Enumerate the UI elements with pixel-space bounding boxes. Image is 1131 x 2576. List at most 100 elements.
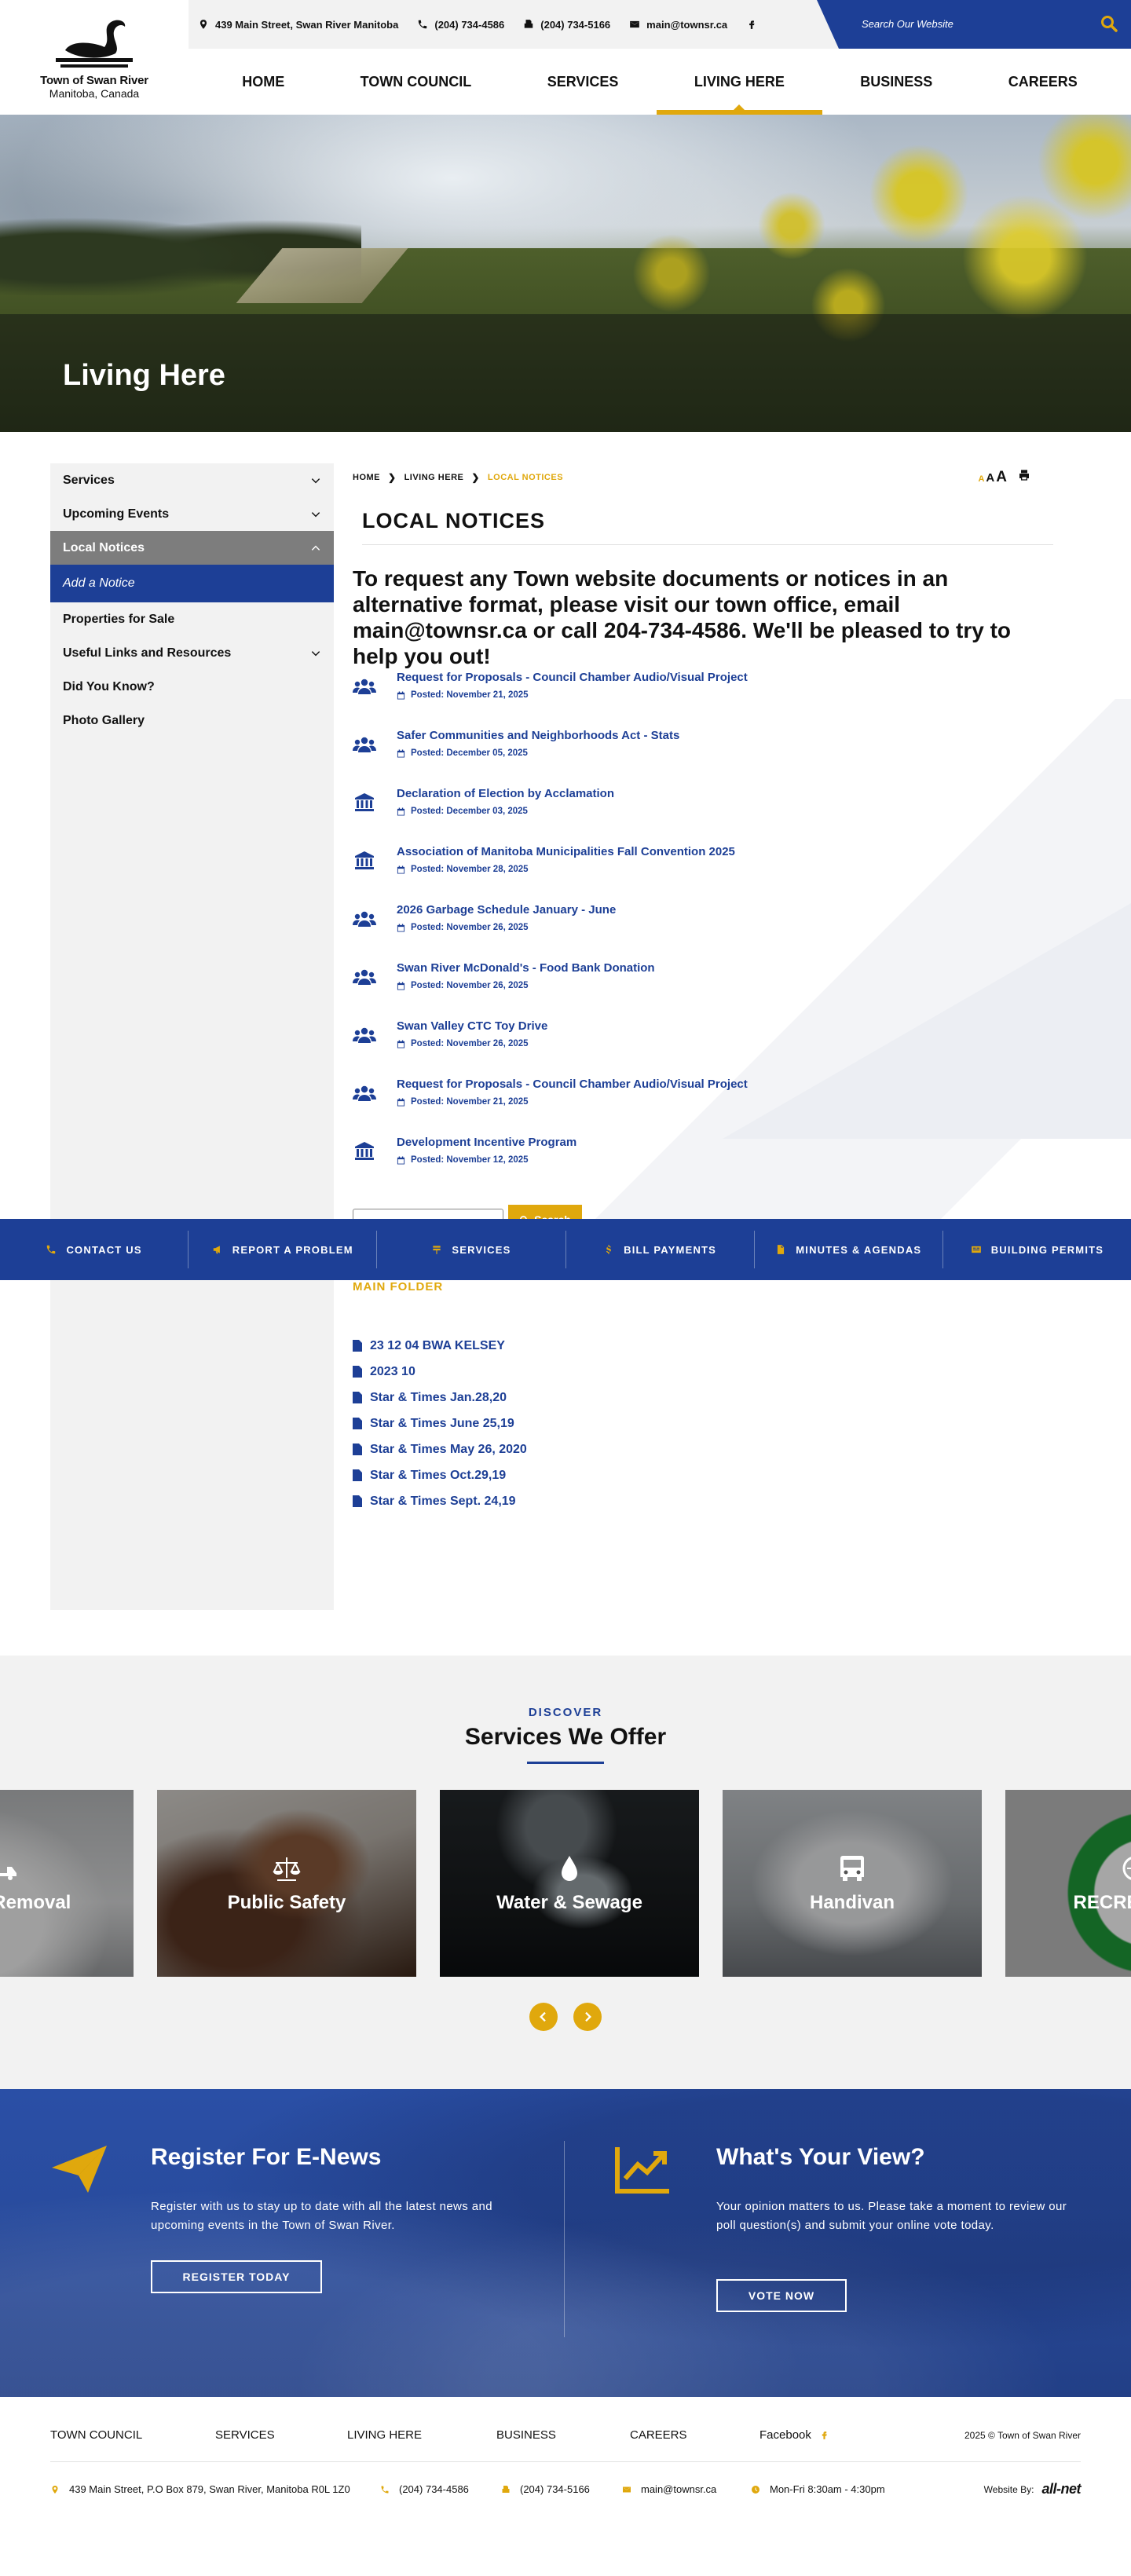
services-carousel: Snow Removal Public Safety Water & Sewag… xyxy=(0,1790,1131,1977)
notice-item: Request for Proposals - Council Chamber … xyxy=(353,1078,1052,1136)
folder-file-link[interactable]: Star & Times June 25,19 xyxy=(353,1411,1052,1436)
notice-title-link[interactable]: 2026 Garbage Schedule January - June xyxy=(397,903,616,917)
search-icon[interactable] xyxy=(1100,14,1118,33)
file-icon xyxy=(353,1495,362,1507)
sidebar-item-local-notices[interactable]: Local Notices xyxy=(50,531,334,565)
vote-now-button[interactable]: VOTE NOW xyxy=(716,2279,847,2312)
footer-link-business[interactable]: BUSINESS xyxy=(496,2428,630,2442)
notice-icon xyxy=(353,845,397,870)
cta-divider xyxy=(564,2141,565,2337)
footer-email-text: main@townsr.ca xyxy=(641,2483,717,2495)
text-size-small-button[interactable]: A xyxy=(978,474,984,484)
footer-email[interactable]: main@townsr.ca xyxy=(622,2483,751,2495)
print-icon[interactable] xyxy=(1018,469,1030,481)
footer-link-careers[interactable]: CAREERS xyxy=(630,2428,759,2442)
folder-file-link[interactable]: Star & Times May 26, 2020 xyxy=(353,1436,1052,1462)
nav-careers[interactable]: CAREERS xyxy=(971,49,1115,115)
quick-link-services[interactable]: SERVICES xyxy=(377,1231,566,1268)
service-card-recreation[interactable]: RECREATION xyxy=(1005,1790,1131,1977)
sidebar-item-properties-for-sale[interactable]: Properties for Sale xyxy=(50,602,334,636)
notice-title-link[interactable]: Swan River McDonald's - Food Bank Donati… xyxy=(397,961,655,975)
folder-file-link[interactable]: Star & Times Oct.29,19 xyxy=(353,1462,1052,1488)
folder-file-link[interactable]: 23 12 04 BWA KELSEY xyxy=(353,1333,1052,1359)
site-logo[interactable]: Town of Swan River Manitoba, Canada xyxy=(0,0,188,115)
breadcrumb-separator-icon: ❯ xyxy=(388,472,397,483)
breadcrumb-living-here[interactable]: LIVING HERE xyxy=(404,473,464,482)
file-icon xyxy=(353,1340,362,1352)
notice-icon xyxy=(353,1078,397,1103)
envelope-icon xyxy=(630,20,640,28)
notice-title-link[interactable]: Swan Valley CTC Toy Drive xyxy=(397,1019,547,1033)
carousel-next-button[interactable] xyxy=(573,2003,602,2031)
folder-file-link[interactable]: Star & Times Jan.28,20 xyxy=(353,1385,1052,1411)
site-search-input[interactable]: Search Our Website xyxy=(862,18,953,30)
notice-item: Association of Manitoba Municipalities F… xyxy=(353,845,1052,903)
file-icon xyxy=(353,1444,362,1455)
logo-name: Town of Swan River xyxy=(40,73,148,87)
carousel-prev-button[interactable] xyxy=(529,2003,558,2031)
map-pin-icon xyxy=(199,20,207,29)
quick-link-report-a-problem[interactable]: REPORT A PROBLEM xyxy=(188,1231,378,1268)
notice-title-link[interactable]: Safer Communities and Neighborhoods Act … xyxy=(397,729,679,742)
nav-services[interactable]: SERVICES xyxy=(510,49,657,115)
quick-link-bill-payments[interactable]: BILL PAYMENTS xyxy=(566,1231,755,1268)
footer-link-services[interactable]: SERVICES xyxy=(215,2428,347,2442)
breadcrumb-home[interactable]: HOME xyxy=(353,473,380,482)
notice-title-link[interactable]: Request for Proposals - Council Chamber … xyxy=(397,671,748,684)
nav-home[interactable]: HOME xyxy=(204,49,322,115)
quick-link-contact-us[interactable]: CONTACT US xyxy=(0,1231,189,1268)
quick-link-building-permits[interactable]: BUILDING PERMITS xyxy=(943,1231,1131,1268)
snowplow-icon xyxy=(0,1867,16,1880)
notice-date-text: Posted: November 12, 2025 xyxy=(411,1155,529,1165)
quick-link-label: REPORT A PROBLEM xyxy=(232,1243,353,1256)
people-icon xyxy=(353,679,376,694)
header-phone[interactable]: (204) 734-4586 xyxy=(417,19,504,31)
enews-text: Register with us to stay up to date with… xyxy=(151,2200,492,2232)
notice-icon xyxy=(353,729,397,754)
sidebar-item-label: Local Notices xyxy=(63,540,145,554)
header-facebook-link[interactable] xyxy=(746,19,757,30)
sidebar-item-upcoming-events[interactable]: Upcoming Events xyxy=(50,497,334,531)
file-icon xyxy=(353,1366,362,1378)
sidebar-item-services[interactable]: Services xyxy=(50,463,334,497)
footer-facebook-link[interactable]: Facebook xyxy=(759,2428,829,2442)
carousel-controls xyxy=(0,2003,1131,2031)
quick-link-minutes-agendas[interactable]: MINUTES & AGENDAS xyxy=(755,1231,943,1268)
text-size-large-button[interactable]: A xyxy=(996,469,1007,486)
register-today-button[interactable]: REGISTER TODAY xyxy=(151,2260,322,2293)
header-email[interactable]: main@townsr.ca xyxy=(629,19,727,31)
breadcrumb-current: LOCAL NOTICES xyxy=(487,473,564,482)
folder-file-link[interactable]: 2023 10 xyxy=(353,1359,1052,1385)
sidebar-item-useful-links[interactable]: Useful Links and Resources xyxy=(50,636,334,670)
notice-title-link[interactable]: Declaration of Election by Acclamation xyxy=(397,787,614,800)
services-title-underline xyxy=(527,1762,604,1764)
service-card-water-sewage[interactable]: Water & Sewage xyxy=(440,1790,699,1977)
folder-file-link[interactable]: Star & Times Sept. 24,19 xyxy=(353,1488,1052,1514)
service-card-handivan[interactable]: Handivan xyxy=(723,1790,982,1977)
text-size-medium-button[interactable]: A xyxy=(986,471,994,485)
service-card-label: Snow Removal xyxy=(0,1892,71,1913)
footer-phone[interactable]: (204) 734-4586 xyxy=(380,2483,501,2495)
site-search[interactable]: Search Our Website xyxy=(817,0,1131,49)
bus-icon xyxy=(840,1856,864,1881)
notice-title-link[interactable]: Development Incentive Program xyxy=(397,1136,576,1149)
nav-living-here[interactable]: LIVING HERE xyxy=(656,49,822,115)
footer-link-living-here[interactable]: LIVING HERE xyxy=(347,2428,496,2442)
header-fax-text: (204) 734-5166 xyxy=(540,18,611,31)
service-card-snow-removal[interactable]: Snow Removal xyxy=(0,1790,134,1977)
notice-title-link[interactable]: Request for Proposals - Council Chamber … xyxy=(397,1078,748,1091)
footer-link-town-council[interactable]: TOWN COUNCIL xyxy=(50,2428,215,2442)
footer-website-credit[interactable]: Website By: all-net xyxy=(984,2481,1082,2497)
service-card-public-safety[interactable]: Public Safety xyxy=(157,1790,416,1977)
nav-town-council[interactable]: TOWN COUNCIL xyxy=(323,49,510,115)
sidebar-item-did-you-know[interactable]: Did You Know? xyxy=(50,670,334,704)
nav-business[interactable]: BUSINESS xyxy=(822,49,970,115)
quick-link-label: SERVICES xyxy=(452,1243,511,1256)
calendar-icon xyxy=(397,1155,405,1165)
footer-address-text: 439 Main Street, P.O Box 879, Swan River… xyxy=(69,2483,350,2495)
sign-icon xyxy=(433,1246,441,1254)
notice-title-link[interactable]: Association of Manitoba Municipalities F… xyxy=(397,845,735,858)
header-phone-text: (204) 734-4586 xyxy=(434,18,505,31)
sidebar-item-photo-gallery[interactable]: Photo Gallery xyxy=(50,704,334,737)
sidebar-item-add-a-notice[interactable]: Add a Notice xyxy=(50,565,334,602)
